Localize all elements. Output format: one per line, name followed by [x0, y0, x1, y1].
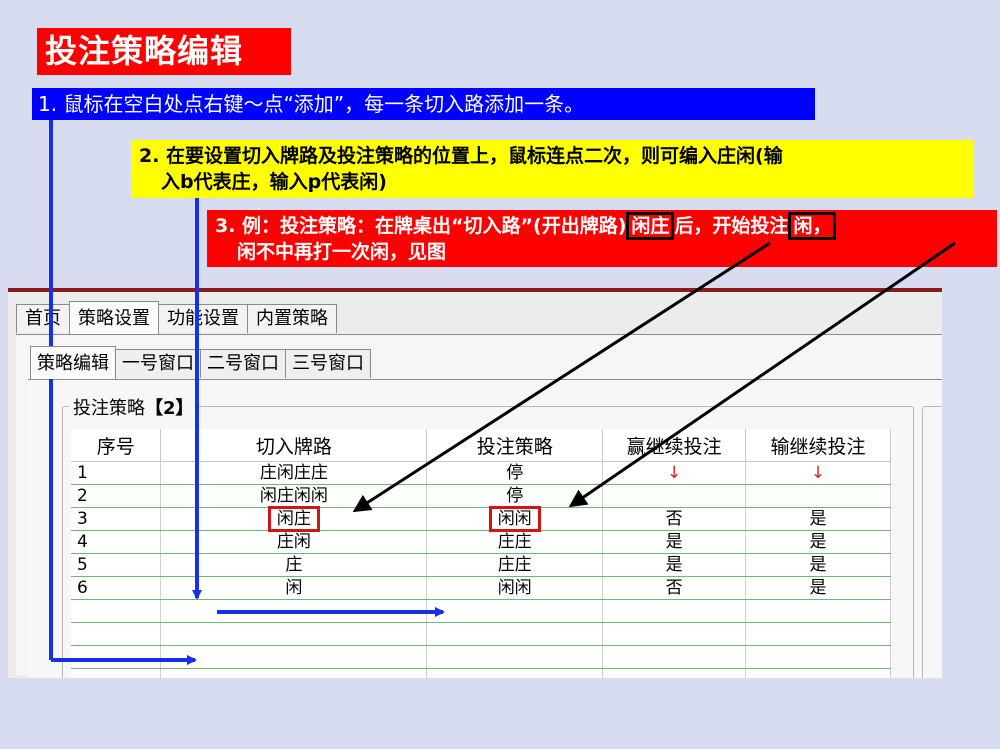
tab-builtin-strategy[interactable]: 内置策略 [247, 304, 337, 333]
main-tabbar: 首页 策略设置 功能设置 内置策略 [16, 301, 337, 334]
group-count: 【2】 [145, 398, 194, 419]
cell-continue-on-win[interactable]: 是 [602, 553, 747, 577]
strategy-table[interactable]: 序号 切入牌路 投注策略 赢继续投注 输继续投注 1 庄闲庄庄 停 ↓ ↓ 2 … [71, 429, 891, 678]
cell-bet-strategy[interactable]: 停 [426, 484, 604, 508]
cell-entry-road[interactable]: 闲 [160, 576, 428, 600]
app-window: 首页 策略设置 功能设置 内置策略 策略编辑 一号窗口 二号窗口 三号窗口 投注… [8, 288, 942, 678]
highlighted-entry-road: 闲庄 [267, 506, 320, 532]
cell-continue-on-win[interactable]: 否 [602, 507, 747, 531]
highlighted-bet-strategy: 闲闲 [488, 506, 541, 532]
strategy-settings-panel: 策略编辑 一号窗口 二号窗口 三号窗口 投注策略【2】 序号 切入牌路 投注策略 [16, 334, 942, 678]
step2-line1: 2. 在要设置切入牌路及投注策略的位置上，鼠标连点二次，则可编入庄闲(输 [139, 145, 783, 167]
cell-bet-strategy[interactable]: 停 [426, 461, 604, 485]
table-row[interactable]: 6 闲 闲闲 否 是 [71, 576, 891, 600]
cell-bet-strategy[interactable]: 闲闲 [426, 506, 604, 532]
header-index[interactable]: 序号 [71, 429, 162, 462]
cell-index[interactable]: 4 [71, 530, 162, 554]
cell-continue-on-win[interactable]: 是 [602, 530, 747, 554]
step3-line2: 闲不中再打一次闲，见图 [237, 241, 447, 263]
header-continue-on-loss[interactable]: 输继续投注 [745, 429, 891, 462]
table-row[interactable]: 1 庄闲庄庄 停 ↓ ↓ [71, 461, 891, 485]
cell-continue-on-win[interactable]: 否 [602, 576, 747, 600]
group-label: 投注策略【2】 [69, 394, 198, 420]
step2-line2: 入b代表庄，输入p代表闲) [161, 171, 387, 193]
cell-entry-road[interactable]: 庄闲 [160, 530, 428, 554]
tab-strategy-edit[interactable]: 策略编辑 [30, 346, 116, 379]
step3-highlight-entry: 闲庄 [626, 212, 675, 240]
bet-strategy-group: 投注策略【2】 序号 切入牌路 投注策略 赢继续投注 输继续投注 1 庄闲庄庄 … [62, 394, 914, 678]
cell-index[interactable]: 1 [71, 461, 162, 485]
cell-index[interactable]: 3 [71, 507, 162, 531]
cell-bet-strategy[interactable]: 庄庄 [426, 553, 604, 577]
header-bet-strategy[interactable]: 投注策略 [426, 429, 604, 462]
cell-continue-on-loss[interactable] [745, 484, 891, 508]
table-row[interactable]: 5 庄 庄庄 是 是 [71, 553, 891, 577]
table-row-empty[interactable] [71, 645, 891, 669]
step3-highlight-bet: 闲， [788, 212, 837, 240]
cell-continue-on-loss[interactable]: ↓ [745, 461, 891, 485]
cell-index[interactable]: 2 [71, 484, 162, 508]
cell-entry-road[interactable]: 闲庄 [160, 506, 428, 532]
step3-instruction: 3. 例：投注策略：在牌桌出“切入路”(开出牌路) 闲庄 后，开始投注 闲， 闲不中再… [207, 210, 997, 267]
cell-entry-road[interactable]: 闲庄闲闲 [160, 484, 428, 508]
table-row-empty[interactable] [71, 668, 891, 678]
cell-bet-strategy[interactable]: 闲闲 [426, 576, 604, 600]
tab-window-1[interactable]: 一号窗口 [115, 349, 201, 378]
table-row[interactable]: 3 闲庄 闲闲 否 是 [71, 506, 891, 532]
arrow-down-icon: ↓ [666, 463, 682, 483]
cell-continue-on-loss[interactable]: 是 [745, 576, 891, 600]
cell-continue-on-loss[interactable]: 是 [745, 530, 891, 554]
step1-instruction: 1. 鼠标在空白处点右键～点“添加”，每一条切入路添加一条。 [32, 88, 815, 120]
side-group [922, 406, 942, 678]
cell-continue-on-loss[interactable]: 是 [745, 507, 891, 531]
cell-entry-road[interactable]: 庄闲庄庄 [160, 461, 428, 485]
tab-window-2[interactable]: 二号窗口 [200, 349, 286, 378]
cell-index[interactable]: 6 [71, 576, 162, 600]
cell-entry-road[interactable]: 庄 [160, 553, 428, 577]
cell-continue-on-win[interactable]: ↓ [602, 461, 747, 485]
table-row-empty[interactable] [71, 599, 891, 623]
step2-instruction: 2. 在要设置切入牌路及投注策略的位置上，鼠标连点二次，则可编入庄闲(输 入b代… [131, 140, 973, 198]
strategy-edit-panel: 投注策略【2】 序号 切入牌路 投注策略 赢继续投注 输继续投注 1 庄闲庄庄 … [28, 379, 942, 678]
step3-middle: 后，开始投注 [674, 215, 789, 237]
tab-strategy-settings[interactable]: 策略设置 [69, 301, 159, 334]
tab-home[interactable]: 首页 [16, 304, 70, 333]
table-row[interactable]: 4 庄闲 庄庄 是 是 [71, 530, 891, 554]
arrow-down-icon: ↓ [810, 463, 826, 483]
table-header-row: 序号 切入牌路 投注策略 赢继续投注 输继续投注 [71, 429, 891, 462]
tab-window-3[interactable]: 三号窗口 [285, 349, 371, 378]
tab-function-settings[interactable]: 功能设置 [158, 304, 248, 333]
cell-index[interactable]: 5 [71, 553, 162, 577]
cell-continue-on-loss[interactable]: 是 [745, 553, 891, 577]
cell-bet-strategy[interactable]: 庄庄 [426, 530, 604, 554]
step3-prefix: 3. 例：投注策略：在牌桌出“切入路”(开出牌路) [215, 215, 627, 237]
page-title: 投注策略编辑 [37, 28, 291, 75]
header-entry-road[interactable]: 切入牌路 [160, 429, 428, 462]
table-row[interactable]: 2 闲庄闲闲 停 [71, 484, 891, 508]
group-label-text: 投注策略 [73, 398, 145, 419]
sub-tabbar: 策略编辑 一号窗口 二号窗口 三号窗口 [30, 346, 371, 379]
header-continue-on-win[interactable]: 赢继续投注 [602, 429, 747, 462]
cell-continue-on-win[interactable] [602, 484, 747, 508]
table-row-empty[interactable] [71, 622, 891, 646]
